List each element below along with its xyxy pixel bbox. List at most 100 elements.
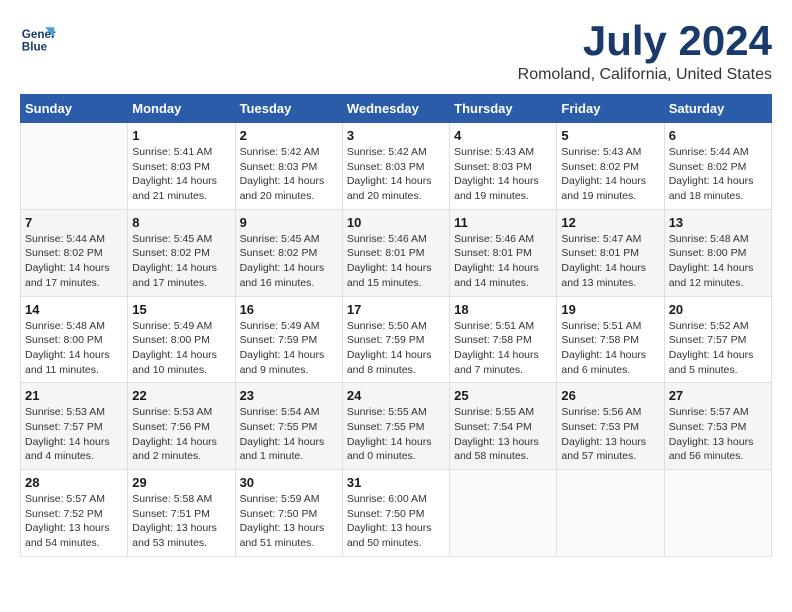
day-number: 2 (240, 128, 338, 143)
day-cell (21, 123, 128, 210)
day-info: Sunrise: 5:53 AM Sunset: 7:57 PM Dayligh… (25, 405, 123, 464)
day-cell: 11 Sunrise: 5:46 AM Sunset: 8:01 PM Dayli… (450, 209, 557, 296)
day-info: Sunrise: 5:44 AM Sunset: 8:02 PM Dayligh… (669, 145, 767, 204)
day-info: Sunrise: 5:55 AM Sunset: 7:55 PM Dayligh… (347, 405, 445, 464)
day-info: Sunrise: 5:48 AM Sunset: 8:00 PM Dayligh… (669, 232, 767, 291)
day-cell: 19Sunrise: 5:51 AM Sunset: 7:58 PM Dayli… (557, 296, 664, 383)
day-cell: 4 Sunrise: 5:43 AM Sunset: 8:03 PM Daylig… (450, 123, 557, 210)
day-info: Sunrise: 5:43 AM Sunset: 8:03 PM Dayligh… (454, 145, 552, 204)
day-info: Sunrise: 5:42 AM Sunset: 8:03 PM Dayligh… (347, 145, 445, 204)
day-cell: 13 Sunrise: 5:48 AM Sunset: 8:00 PM Dayli… (664, 209, 771, 296)
day-cell: 14Sunrise: 5:48 AM Sunset: 8:00 PM Dayli… (21, 296, 128, 383)
week-row-3: 14Sunrise: 5:48 AM Sunset: 8:00 PM Dayli… (21, 296, 772, 383)
day-cell: 25 Sunrise: 5:55 AM Sunset: 7:54 PM Dayli… (450, 383, 557, 470)
day-info: Sunrise: 5:43 AM Sunset: 8:02 PM Dayligh… (561, 145, 659, 204)
logo-icon: General Blue (20, 20, 56, 56)
title-area: July 2024 Romoland, California, United S… (518, 20, 772, 84)
main-title: July 2024 (518, 20, 772, 62)
day-info: Sunrise: 5:52 AM Sunset: 7:57 PM Dayligh… (669, 319, 767, 378)
day-info: Sunrise: 5:42 AM Sunset: 8:03 PM Dayligh… (240, 145, 338, 204)
day-info: Sunrise: 5:53 AM Sunset: 7:56 PM Dayligh… (132, 405, 230, 464)
day-cell: 9Sunrise: 5:45 AM Sunset: 8:02 PM Daylig… (235, 209, 342, 296)
day-cell: 18 Sunrise: 5:51 AM Sunset: 7:58 PM Dayli… (450, 296, 557, 383)
day-number: 27 (669, 388, 767, 403)
day-number: 30 (240, 475, 338, 490)
day-number: 13 (669, 215, 767, 230)
day-number: 24 (347, 388, 445, 403)
day-number: 18 (454, 302, 552, 317)
day-number: 20 (669, 302, 767, 317)
calendar-body: 1Sunrise: 5:41 AM Sunset: 8:03 PM Daylig… (21, 123, 772, 557)
day-cell: 26Sunrise: 5:56 AM Sunset: 7:53 PM Dayli… (557, 383, 664, 470)
day-number: 5 (561, 128, 659, 143)
header-friday: Friday (557, 95, 664, 123)
day-info: Sunrise: 5:49 AM Sunset: 8:00 PM Dayligh… (132, 319, 230, 378)
day-number: 4 (454, 128, 552, 143)
day-cell (450, 470, 557, 557)
header-tuesday: Tuesday (235, 95, 342, 123)
day-cell (664, 470, 771, 557)
day-cell: 5 Sunrise: 5:43 AM Sunset: 8:02 PM Daylig… (557, 123, 664, 210)
day-info: Sunrise: 5:41 AM Sunset: 8:03 PM Dayligh… (132, 145, 230, 204)
day-cell: 21 Sunrise: 5:53 AM Sunset: 7:57 PM Dayli… (21, 383, 128, 470)
day-cell: 1Sunrise: 5:41 AM Sunset: 8:03 PM Daylig… (128, 123, 235, 210)
week-row-4: 21 Sunrise: 5:53 AM Sunset: 7:57 PM Dayli… (21, 383, 772, 470)
day-info: Sunrise: 5:55 AM Sunset: 7:54 PM Dayligh… (454, 405, 552, 464)
day-cell: 2 Sunrise: 5:42 AM Sunset: 8:03 PM Daylig… (235, 123, 342, 210)
logo: General Blue (20, 20, 56, 56)
day-info: Sunrise: 5:51 AM Sunset: 7:58 PM Dayligh… (561, 319, 659, 378)
svg-text:Blue: Blue (22, 41, 48, 54)
day-info: Sunrise: 5:58 AM Sunset: 7:51 PM Dayligh… (132, 492, 230, 551)
day-number: 31 (347, 475, 445, 490)
day-cell: 6 Sunrise: 5:44 AM Sunset: 8:02 PM Daylig… (664, 123, 771, 210)
day-number: 23 (240, 388, 338, 403)
calendar-header: SundayMondayTuesdayWednesdayThursdayFrid… (21, 95, 772, 123)
day-number: 12 (561, 215, 659, 230)
page-header: General Blue July 2024 Romoland, Califor… (20, 20, 772, 84)
day-number: 21 (25, 388, 123, 403)
day-number: 22 (132, 388, 230, 403)
day-cell: 30Sunrise: 5:59 AM Sunset: 7:50 PM Dayli… (235, 470, 342, 557)
day-cell: 10Sunrise: 5:46 AM Sunset: 8:01 PM Dayli… (342, 209, 449, 296)
day-info: Sunrise: 6:00 AM Sunset: 7:50 PM Dayligh… (347, 492, 445, 551)
day-info: Sunrise: 5:49 AM Sunset: 7:59 PM Dayligh… (240, 319, 338, 378)
day-number: 7 (25, 215, 123, 230)
day-info: Sunrise: 5:44 AM Sunset: 8:02 PM Dayligh… (25, 232, 123, 291)
day-cell: 23 Sunrise: 5:54 AM Sunset: 7:55 PM Dayli… (235, 383, 342, 470)
subtitle: Romoland, California, United States (518, 66, 772, 84)
day-number: 28 (25, 475, 123, 490)
day-cell: 7 Sunrise: 5:44 AM Sunset: 8:02 PM Daylig… (21, 209, 128, 296)
day-info: Sunrise: 5:50 AM Sunset: 7:59 PM Dayligh… (347, 319, 445, 378)
day-cell: 8Sunrise: 5:45 AM Sunset: 8:02 PM Daylig… (128, 209, 235, 296)
day-info: Sunrise: 5:51 AM Sunset: 7:58 PM Dayligh… (454, 319, 552, 378)
day-number: 25 (454, 388, 552, 403)
day-cell (557, 470, 664, 557)
day-cell: 22 Sunrise: 5:53 AM Sunset: 7:56 PM Dayli… (128, 383, 235, 470)
day-number: 8 (132, 215, 230, 230)
day-info: Sunrise: 5:54 AM Sunset: 7:55 PM Dayligh… (240, 405, 338, 464)
day-cell: 27 Sunrise: 5:57 AM Sunset: 7:53 PM Dayli… (664, 383, 771, 470)
day-number: 14 (25, 302, 123, 317)
day-info: Sunrise: 5:57 AM Sunset: 7:53 PM Dayligh… (669, 405, 767, 464)
day-number: 16 (240, 302, 338, 317)
day-number: 11 (454, 215, 552, 230)
day-cell: 29Sunrise: 5:58 AM Sunset: 7:51 PM Dayli… (128, 470, 235, 557)
day-number: 10 (347, 215, 445, 230)
header-row: SundayMondayTuesdayWednesdayThursdayFrid… (21, 95, 772, 123)
day-cell: 28 Sunrise: 5:57 AM Sunset: 7:52 PM Dayli… (21, 470, 128, 557)
day-info: Sunrise: 5:46 AM Sunset: 8:01 PM Dayligh… (454, 232, 552, 291)
day-cell: 20 Sunrise: 5:52 AM Sunset: 7:57 PM Dayli… (664, 296, 771, 383)
day-info: Sunrise: 5:47 AM Sunset: 8:01 PM Dayligh… (561, 232, 659, 291)
calendar-table: SundayMondayTuesdayWednesdayThursdayFrid… (20, 94, 772, 557)
day-number: 6 (669, 128, 767, 143)
header-saturday: Saturday (664, 95, 771, 123)
day-number: 3 (347, 128, 445, 143)
day-info: Sunrise: 5:57 AM Sunset: 7:52 PM Dayligh… (25, 492, 123, 551)
header-sunday: Sunday (21, 95, 128, 123)
day-cell: 17Sunrise: 5:50 AM Sunset: 7:59 PM Dayli… (342, 296, 449, 383)
week-row-1: 1Sunrise: 5:41 AM Sunset: 8:03 PM Daylig… (21, 123, 772, 210)
day-cell: 16 Sunrise: 5:49 AM Sunset: 7:59 PM Dayli… (235, 296, 342, 383)
day-cell: 3 Sunrise: 5:42 AM Sunset: 8:03 PM Daylig… (342, 123, 449, 210)
header-wednesday: Wednesday (342, 95, 449, 123)
day-info: Sunrise: 5:45 AM Sunset: 8:02 PM Dayligh… (240, 232, 338, 291)
